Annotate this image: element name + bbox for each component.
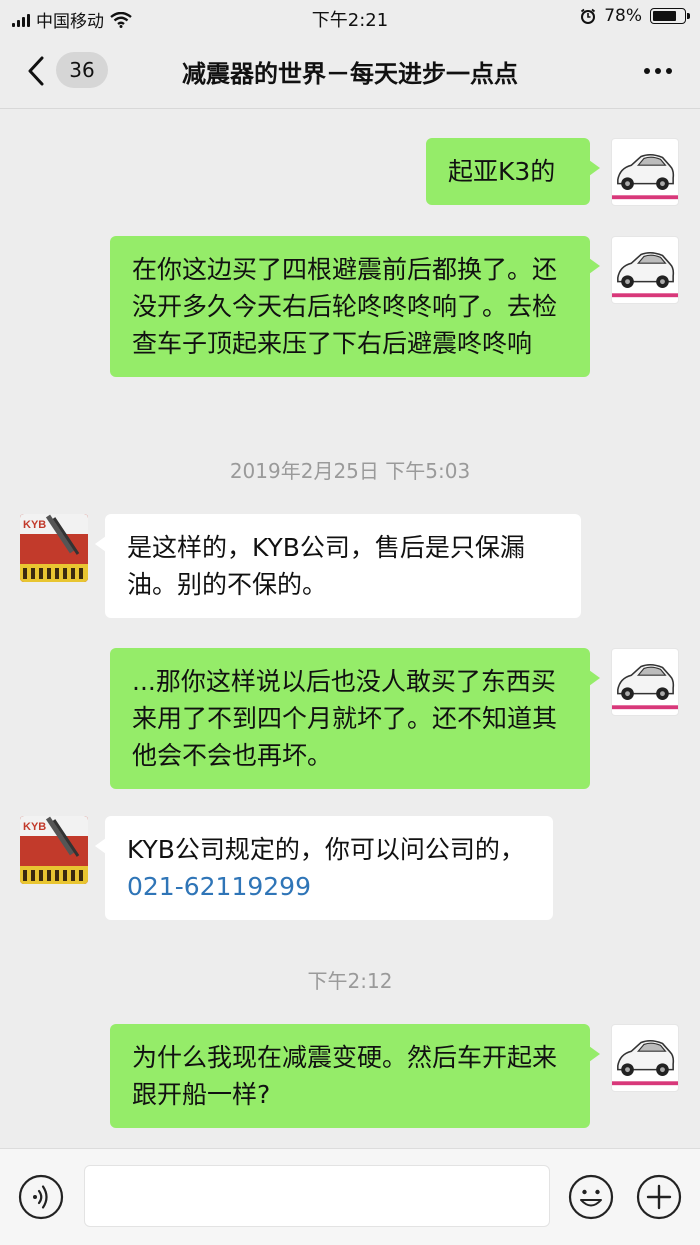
car-illustration-icon bbox=[612, 153, 678, 200]
message-text: KYB公司规定的，你可以问公司的， bbox=[127, 835, 525, 864]
chat-header: 36 减震器的世界－每天进步一点点 bbox=[0, 34, 700, 109]
alarm-icon bbox=[581, 8, 596, 24]
contact-message-bubble[interactable]: KYB公司规定的，你可以问公司的， 021-62119299 bbox=[95, 816, 553, 920]
car-illustration-icon bbox=[612, 663, 678, 710]
kyb-logo-icon: KYB bbox=[20, 514, 88, 582]
message-text: 在你这边买了四根避震前后都换了。还没开多久今天右后轮咚咚咚响了。去检查车子顶起来… bbox=[132, 255, 558, 358]
contact-avatar[interactable]: KYB bbox=[20, 514, 88, 582]
kyb-logo-icon: KYB bbox=[20, 816, 88, 884]
emoji-icon[interactable] bbox=[568, 1174, 614, 1220]
car-illustration-icon bbox=[612, 251, 678, 298]
battery-percent: 78% bbox=[604, 6, 642, 26]
back-chevron-icon[interactable] bbox=[22, 54, 52, 88]
message-text: ...那你这样说以后也没人敢买了东西买来用了不到四个月就坏了。还不知道其他会不会… bbox=[132, 667, 558, 770]
unread-count-badge[interactable]: 36 bbox=[56, 52, 108, 88]
timestamp: 2019年2月25日 下午5:03 bbox=[229, 459, 471, 483]
contact-message-bubble[interactable]: 是这样的，KYB公司，售后是只保漏油。别的不保的。 bbox=[95, 514, 581, 618]
phone-number-link[interactable]: 021-62119299 bbox=[127, 872, 311, 901]
contact-avatar[interactable]: KYB bbox=[20, 816, 88, 884]
svg-text:KYB: KYB bbox=[23, 519, 46, 531]
message-text: 为什么我现在减震变硬。然后车开起来跟开船一样? bbox=[132, 1043, 558, 1109]
input-bar bbox=[0, 1148, 700, 1245]
car-illustration-icon bbox=[612, 1039, 678, 1086]
chat-title: 减震器的世界－每天进步一点点 bbox=[182, 60, 518, 88]
plus-icon[interactable] bbox=[636, 1174, 682, 1220]
my-message-bubble[interactable]: 在你这边买了四根避震前后都换了。还没开多久今天右后轮咚咚咚响了。去检查车子顶起来… bbox=[110, 236, 600, 377]
my-avatar[interactable] bbox=[611, 138, 679, 206]
more-dots-icon[interactable] bbox=[644, 68, 672, 74]
svg-text:KYB: KYB bbox=[23, 821, 46, 833]
message-text: 是这样的，KYB公司，售后是只保漏油。别的不保的。 bbox=[127, 533, 525, 599]
status-bar: 中国移动 下午2:21 78% bbox=[0, 0, 700, 34]
message-text: 起亚K3的 bbox=[448, 157, 556, 186]
my-message-bubble[interactable]: 为什么我现在减震变硬。然后车开起来跟开船一样? bbox=[110, 1024, 600, 1128]
my-avatar[interactable] bbox=[611, 1024, 679, 1092]
my-message-bubble[interactable]: ...那你这样说以后也没人敢买了东西买来用了不到四个月就坏了。还不知道其他会不会… bbox=[110, 648, 600, 789]
message-input[interactable] bbox=[84, 1165, 550, 1227]
message-list[interactable]: 起亚K3的 在你这边买了四根避震前后都换了。还没开多久今天右后轮咚咚咚响了。去检… bbox=[0, 108, 700, 1148]
my-message-bubble[interactable]: 起亚K3的 bbox=[426, 138, 600, 205]
battery-icon bbox=[650, 8, 690, 24]
timestamp: 下午2:12 bbox=[307, 969, 393, 993]
voice-icon[interactable] bbox=[18, 1174, 64, 1220]
my-avatar[interactable] bbox=[611, 236, 679, 304]
my-avatar[interactable] bbox=[611, 648, 679, 716]
